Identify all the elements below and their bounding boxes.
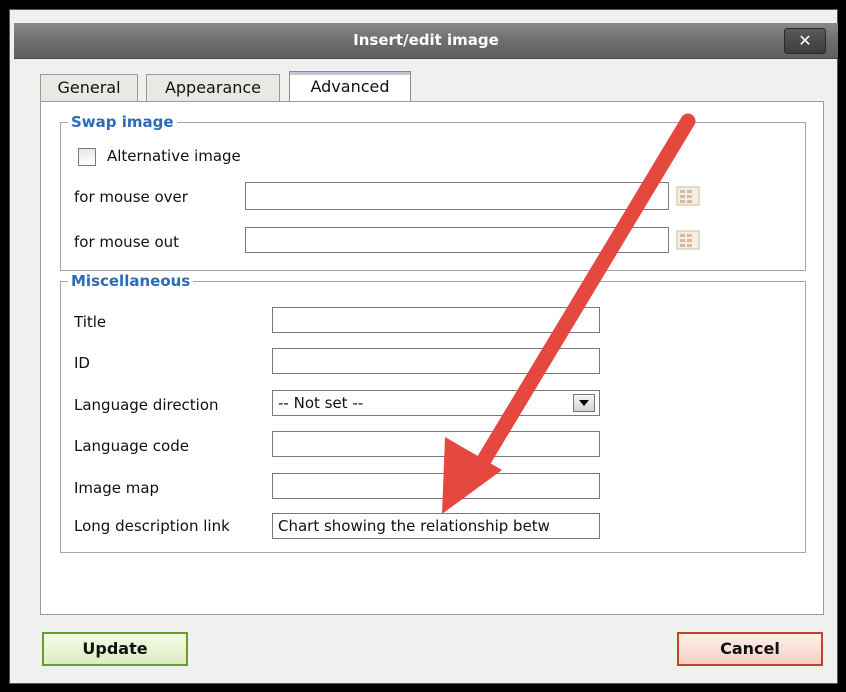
dialog-title: Insert/edit image [353, 31, 499, 49]
id-input[interactable] [272, 348, 600, 374]
tab-appearance[interactable]: Appearance [146, 74, 280, 101]
mouse-out-label: for mouse out [74, 233, 180, 251]
browse-icon[interactable] [675, 229, 701, 251]
tab-general[interactable]: General [40, 74, 138, 101]
language-code-label: Language code [74, 437, 189, 455]
browse-icon[interactable] [675, 185, 701, 207]
alternative-image-checkbox[interactable] [78, 148, 96, 166]
title-input[interactable] [272, 307, 600, 333]
language-direction-label: Language direction [74, 396, 219, 414]
miscellaneous-group: Miscellaneous Title ID Language directio… [60, 272, 806, 553]
cancel-button[interactable]: Cancel [677, 632, 823, 666]
title-bar: Insert/edit image ✕ [14, 23, 838, 59]
long-description-input[interactable]: Chart showing the relationship betw [272, 513, 600, 539]
alternative-image-label: Alternative image [107, 147, 241, 165]
language-direction-select[interactable]: -- Not set -- [272, 390, 600, 416]
close-icon: ✕ [798, 31, 812, 50]
mouse-over-label: for mouse over [74, 188, 188, 206]
image-map-input[interactable] [272, 473, 600, 499]
mouse-out-input[interactable] [245, 227, 669, 253]
mouse-over-input[interactable] [245, 182, 669, 210]
swap-image-group: Swap image Alternative image for mouse o… [60, 113, 806, 271]
advanced-panel: Swap image Alternative image for mouse o… [40, 101, 824, 615]
chevron-down-icon[interactable] [573, 394, 595, 412]
miscellaneous-legend: Miscellaneous [68, 272, 194, 290]
language-direction-value: -- Not set -- [278, 394, 364, 412]
swap-image-legend: Swap image [68, 113, 177, 131]
close-button[interactable]: ✕ [784, 28, 826, 54]
language-code-input[interactable] [272, 431, 600, 457]
long-description-label: Long description link [74, 517, 230, 535]
id-label: ID [74, 354, 90, 372]
image-map-label: Image map [74, 479, 160, 497]
title-label: Title [74, 313, 107, 331]
update-button[interactable]: Update [42, 632, 188, 666]
tab-advanced[interactable]: Advanced [289, 71, 411, 102]
